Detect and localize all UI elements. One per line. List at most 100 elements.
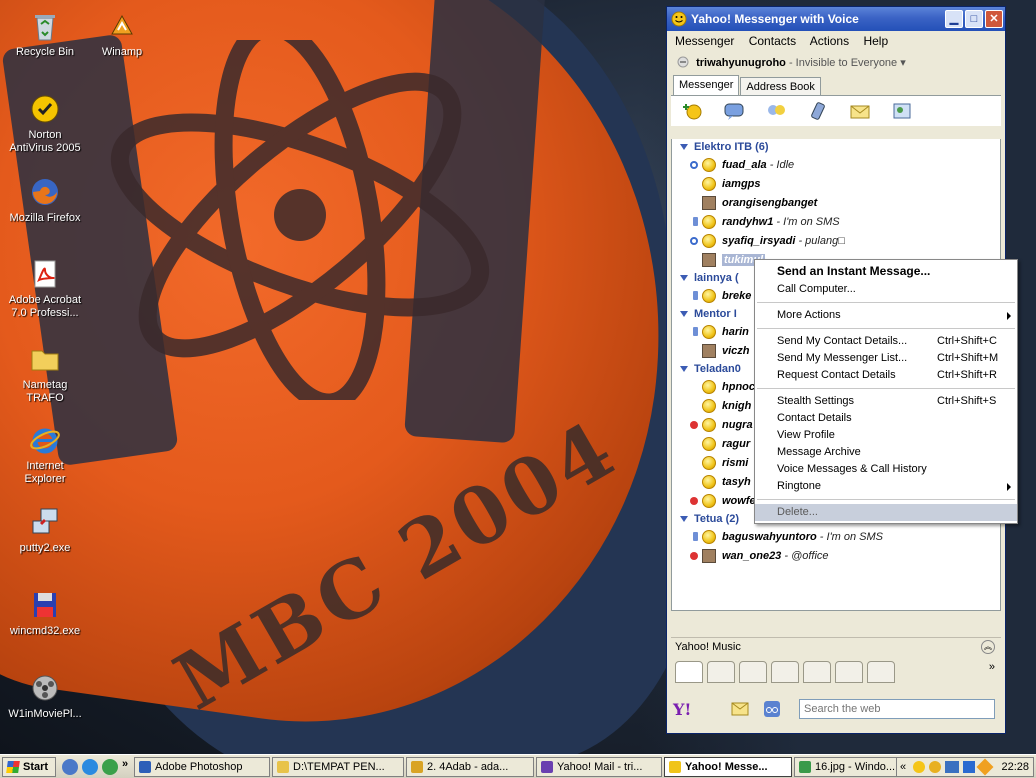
menu-call-computer[interactable]: Call Computer... <box>755 281 1017 298</box>
plugin-calendar-icon[interactable] <box>835 661 863 683</box>
desktop-icon-norton[interactable]: Norton AntiVirus 2005 <box>5 93 85 155</box>
quicklaunch-media-icon[interactable] <box>102 759 118 775</box>
desktop-icon-putty[interactable]: putty2.exe <box>5 506 85 555</box>
menu-separator <box>757 388 1015 389</box>
volume-tray-icon[interactable] <box>963 761 975 773</box>
task-image-viewer[interactable]: 16.jpg - Windo... <box>794 757 902 777</box>
task-winamp[interactable]: 2. 4Adab - ada... <box>406 757 534 777</box>
menu-send-contact-details[interactable]: Send My Contact Details... Ctrl+Shift+C <box>755 333 1017 350</box>
menu-messenger[interactable]: Messenger <box>675 34 734 48</box>
start-button[interactable]: Start <box>2 757 56 777</box>
plugin-search-icon[interactable] <box>675 661 703 683</box>
smiley-avatar-icon <box>702 177 716 191</box>
quicklaunch-ie-icon[interactable] <box>82 759 98 775</box>
window-title-bar[interactable]: Yahoo! Messenger with Voice ▁ □ ✕ <box>667 7 1005 31</box>
minimize-button[interactable]: ▁ <box>945 10 963 28</box>
system-tray: « 22:28 <box>896 757 1034 777</box>
desktop-icon-winamp[interactable]: Winamp <box>82 10 162 59</box>
tab-address-book[interactable]: Address Book <box>740 77 821 96</box>
menu-separator <box>757 499 1015 500</box>
taskbar: Start » Adobe Photoshop D:\TEMPAT PEN...… <box>0 754 1036 778</box>
desktop-icon-recycle-bin[interactable]: Recycle Bin <box>5 10 85 59</box>
menu-stealth-settings[interactable]: Stealth Settings Ctrl+Shift+S <box>755 393 1017 410</box>
mail-icon[interactable] <box>731 702 749 716</box>
user-status-bar[interactable]: triwahyunugroho - Invisible to Everyone … <box>667 51 1005 75</box>
plugin-help-icon[interactable] <box>771 661 799 683</box>
contact-row[interactable]: iamgps <box>672 175 1000 194</box>
task-explorer-folder[interactable]: D:\TEMPAT PEN... <box>272 757 404 777</box>
desktop-icon-nametag-folder[interactable]: Nametag TRAFO <box>5 343 85 405</box>
menu-voice-messages[interactable]: Voice Messages & Call History <box>755 461 1017 478</box>
sms-icon[interactable] <box>807 101 829 121</box>
plugin-stocks-icon[interactable] <box>867 661 895 683</box>
maximize-button[interactable]: □ <box>965 10 983 28</box>
winamp-tray-icon[interactable] <box>976 758 994 776</box>
menu-message-archive[interactable]: Message Archive <box>755 444 1017 461</box>
address-card-icon[interactable] <box>891 101 913 121</box>
busy-indicator-icon <box>690 497 698 505</box>
menu-send-messenger-list[interactable]: Send My Messenger List... Ctrl+Shift+M <box>755 350 1017 367</box>
menu-help[interactable]: Help <box>863 34 888 48</box>
menu-contact-details[interactable]: Contact Details <box>755 410 1017 427</box>
mail-icon[interactable] <box>849 101 871 121</box>
plugin-chat-icon[interactable] <box>803 661 831 683</box>
menu-view-profile[interactable]: View Profile <box>755 427 1017 444</box>
conference-icon[interactable] <box>765 101 787 121</box>
quicklaunch-desktop-icon[interactable] <box>62 759 78 775</box>
contact-row[interactable]: baguswahyuntoro - I'm on SMS <box>672 528 1000 547</box>
quicklaunch-overflow[interactable]: » <box>122 758 128 770</box>
smiley-avatar-icon <box>702 234 716 248</box>
group-header[interactable]: Elektro ITB (6) <box>672 139 1000 156</box>
task-yahoo-mail[interactable]: Yahoo! Mail - tri... <box>536 757 662 777</box>
contact-name: tasyh <box>722 476 751 488</box>
more-plugins-icon[interactable]: » <box>989 661 995 673</box>
menu-contacts[interactable]: Contacts <box>749 34 796 48</box>
contact-row[interactable]: orangisengbanget <box>672 194 1000 213</box>
desktop-icon-wincmd[interactable]: wincmd32.exe <box>5 589 85 638</box>
expand-up-icon[interactable]: ︽ <box>981 640 995 654</box>
contact-row[interactable]: syafiq_irsyadi - pulang□ <box>672 232 1000 251</box>
yahoo-smiley-icon <box>671 11 687 27</box>
group-name: Elektro ITB (6) <box>694 141 769 153</box>
yahoo-logo-icon[interactable]: Y! <box>673 700 691 719</box>
contact-row[interactable]: randyhw1 - I'm on SMS <box>672 213 1000 232</box>
menu-send-instant-message[interactable]: Send an Instant Message... <box>755 263 1017 280</box>
smiley-avatar-icon <box>702 380 716 394</box>
web-search-input[interactable] <box>799 699 995 719</box>
tab-messenger[interactable]: Messenger <box>673 75 740 96</box>
desktop-icon-firefox[interactable]: Mozilla Firefox <box>5 176 85 225</box>
desktop-icon-internet-explorer[interactable]: Internet Explorer <box>5 424 85 486</box>
add-contact-icon[interactable] <box>681 101 703 121</box>
user-status-text[interactable]: - Invisible to Everyone ▾ <box>789 57 906 69</box>
norton-tray-icon[interactable] <box>929 761 941 773</box>
plugin-games-icon[interactable] <box>739 661 767 683</box>
collapse-arrow-icon <box>680 366 688 372</box>
collapse-arrow-icon <box>680 144 688 150</box>
smiley-avatar-icon <box>702 475 716 489</box>
menu-actions[interactable]: Actions <box>810 34 849 48</box>
yahoo-music-bar[interactable]: Yahoo! Music ︽ <box>671 637 1001 655</box>
clock[interactable]: 22:28 <box>1001 758 1029 776</box>
yahoo-tray-icon[interactable] <box>913 761 925 773</box>
contact-status-message: - I'm on SMS <box>776 216 840 228</box>
close-button[interactable]: ✕ <box>985 10 1003 28</box>
task-yahoo-messenger[interactable]: Yahoo! Messe... <box>664 757 792 777</box>
menu-separator <box>757 328 1015 329</box>
voicemail-icon[interactable] <box>763 700 781 718</box>
menu-request-contact-details[interactable]: Request Contact Details Ctrl+Shift+R <box>755 367 1017 384</box>
desktop-icon-label: wincmd32.exe <box>9 625 81 637</box>
network-tray-icon[interactable] <box>945 761 959 773</box>
contact-row[interactable]: wan_one23 - @office <box>672 547 1000 566</box>
desktop-icon-movie-player[interactable]: W1inMoviePl... <box>5 672 85 721</box>
tab-strip: Messenger Address Book <box>667 75 1005 96</box>
desktop-icon-acrobat[interactable]: Adobe Acrobat 7.0 Professi... <box>5 258 85 320</box>
menu-delete[interactable]: Delete... <box>755 504 1017 521</box>
tray-collapse-button[interactable]: « <box>900 758 906 776</box>
contact-row[interactable]: fuad_ala - Idle <box>672 156 1000 175</box>
plugin-launchcast-icon[interactable] <box>707 661 735 683</box>
task-photoshop[interactable]: Adobe Photoshop <box>134 757 270 777</box>
menu-more-actions[interactable]: More Actions <box>755 307 1017 324</box>
menu-ringtone[interactable]: Ringtone <box>755 478 1017 495</box>
im-icon[interactable] <box>723 101 745 121</box>
desktop-icon-label: W1inMoviePl... <box>8 708 82 720</box>
